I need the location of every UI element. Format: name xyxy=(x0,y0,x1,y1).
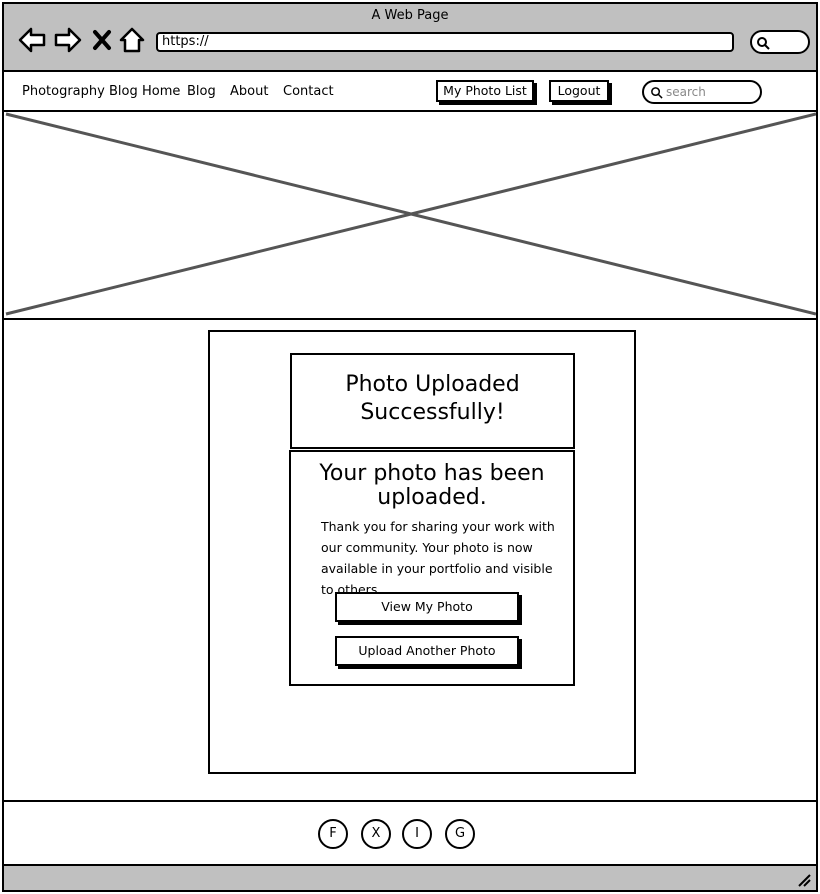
my-photo-list-button[interactable]: My Photo List xyxy=(436,80,534,102)
nav-link-about[interactable]: About xyxy=(230,84,268,99)
browser-search-button[interactable] xyxy=(750,30,810,54)
close-icon[interactable] xyxy=(86,24,118,56)
nav-link-blog[interactable]: Blog xyxy=(187,84,216,99)
site-search xyxy=(642,80,762,104)
site-navbar: Photography Blog Home Blog About Contact… xyxy=(2,72,818,112)
browser-window: A Web Page https:// Photography Blog Hom… xyxy=(0,0,820,894)
resize-handle-icon[interactable] xyxy=(796,872,812,888)
instagram-link[interactable]: I xyxy=(402,819,432,849)
content-container: Photo Uploaded Successfully! Your photo … xyxy=(208,330,636,774)
status-bar xyxy=(2,866,818,892)
success-message-card: Your photo has been uploaded. Thank you … xyxy=(289,450,575,686)
google-link[interactable]: G xyxy=(445,819,475,849)
brand-link[interactable]: Photography Blog xyxy=(22,84,138,99)
home-icon[interactable] xyxy=(116,24,148,56)
page-title: Photo Uploaded Successfully! xyxy=(345,372,520,425)
search-input[interactable] xyxy=(666,84,754,100)
address-bar[interactable]: https:// xyxy=(156,32,734,52)
window-title: A Web Page xyxy=(371,8,449,23)
success-heading: Your photo has been uploaded. xyxy=(319,461,545,510)
upload-another-photo-button[interactable]: Upload Another Photo xyxy=(335,636,519,666)
search-icon xyxy=(757,37,770,50)
site-footer: F X I G xyxy=(2,800,818,866)
facebook-link[interactable]: F xyxy=(318,819,348,849)
success-message: Thank you for sharing your work with our… xyxy=(321,519,555,597)
browser-chrome: A Web Page https:// xyxy=(2,2,818,72)
view-my-photo-button[interactable]: View My Photo xyxy=(335,592,519,622)
nav-link-home[interactable]: Home xyxy=(142,84,180,99)
forward-icon[interactable] xyxy=(52,24,84,56)
hero-image-placeholder xyxy=(2,112,818,320)
main-content: Photo Uploaded Successfully! Your photo … xyxy=(2,320,818,800)
logout-button[interactable]: Logout xyxy=(549,80,609,102)
x-link[interactable]: X xyxy=(361,819,391,849)
back-icon[interactable] xyxy=(16,24,48,56)
nav-link-contact[interactable]: Contact xyxy=(283,84,334,99)
search-icon xyxy=(651,87,663,99)
success-title-card: Photo Uploaded Successfully! xyxy=(290,353,575,449)
